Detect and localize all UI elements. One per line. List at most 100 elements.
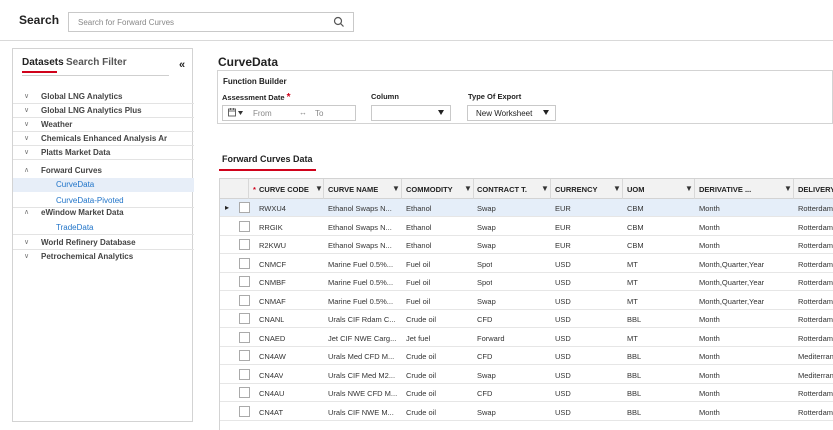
table-row[interactable]: CN4AW Urals Med CFD M... Crude oil CFD USD BB… xyxy=(220,347,833,365)
column-header-label: CURRENCY xyxy=(555,185,598,194)
chevron-down-icon[interactable] xyxy=(438,110,444,115)
calendar-dropdown-icon[interactable] xyxy=(228,108,244,120)
row-checkbox[interactable] xyxy=(239,220,250,232)
chevron-up-icon[interactable]: ∧ xyxy=(24,167,32,175)
table-row[interactable]: CNMAF Marine Fuel 0.5%... Fuel oil Swap USD M… xyxy=(220,292,833,310)
table-cell: Crude oil xyxy=(406,370,437,380)
row-pointer-icon: ▸ xyxy=(225,203,230,212)
table-cell: CN4AT xyxy=(259,407,284,417)
column-select[interactable] xyxy=(371,105,451,121)
column-header-label: CONTRACT T... xyxy=(477,185,527,194)
row-checkbox[interactable] xyxy=(239,405,250,417)
column-header[interactable]: * CURVE CODE ▼ xyxy=(249,179,324,199)
column-header[interactable]: CONTRACT T... ▼ xyxy=(474,179,551,199)
date-to-input[interactable]: To xyxy=(315,109,323,118)
row-checkbox[interactable] xyxy=(239,239,250,250)
tab-forward-curves-data[interactable]: Forward Curves Data xyxy=(222,154,313,164)
table-row[interactable]: ▸ RWXU4 Ethanol Swaps N... Ethanol Swap EUR CB… xyxy=(220,199,833,217)
filter-icon[interactable]: ▼ xyxy=(315,184,323,193)
table-row[interactable]: CNAED Jet CIF NWE Carg... Jet fuel Forward U… xyxy=(220,329,833,347)
table-cell: Month xyxy=(699,222,720,232)
table-cell: MT xyxy=(627,296,638,306)
column-header[interactable]: UOM ▼ xyxy=(623,179,695,199)
row-checkbox[interactable] xyxy=(239,331,250,343)
table-cell: RRGIK xyxy=(259,222,283,232)
tab-datasets[interactable]: Datasets xyxy=(22,57,64,73)
chevron-down-icon[interactable] xyxy=(543,110,549,115)
table-row[interactable]: RRGIK Ethanol Swaps N... Ethanol Swap EUR CBM… xyxy=(220,218,833,236)
filter-icon[interactable]: ▼ xyxy=(613,184,621,193)
column-header[interactable]: COMMODITY ▼ xyxy=(402,179,474,199)
filter-icon[interactable]: ▼ xyxy=(464,184,472,193)
row-checkbox[interactable] xyxy=(239,202,250,213)
table-row[interactable]: CN4AV Urals CIF Med M2... Crude oil Swap USD… xyxy=(220,366,833,384)
tree-group-item[interactable]: ∧ eWindow Market Data xyxy=(13,206,194,220)
table-row[interactable]: R2KWU Ethanol Swaps N... Ethanol Swap EUR CBM… xyxy=(220,236,833,254)
row-checkbox[interactable] xyxy=(239,387,250,398)
grid-corner-cell xyxy=(220,179,249,199)
table-cell: Urals CIF Med M2... xyxy=(328,370,396,380)
tree-group-item[interactable]: ∨ Global LNG Analytics Plus xyxy=(13,104,194,118)
row-checkbox[interactable] xyxy=(239,276,250,287)
assessment-date-range[interactable]: From ↔ To xyxy=(222,105,356,121)
tree-group-item[interactable]: ∨ Chemicals Enhanced Analysis Ar xyxy=(13,132,194,146)
chevron-down-icon[interactable]: ∨ xyxy=(24,239,32,247)
table-cell: BBL xyxy=(627,407,642,417)
function-builder-heading: Function Builder xyxy=(223,77,287,86)
chevron-down-icon[interactable]: ∨ xyxy=(24,121,32,129)
chevron-up-icon[interactable]: ∧ xyxy=(24,209,32,217)
row-checkbox[interactable] xyxy=(239,257,250,269)
tree-group-item[interactable]: ∨ Petrochemical Analytics xyxy=(13,250,194,264)
table-cell: Fuel oil xyxy=(406,259,431,269)
row-checkbox[interactable] xyxy=(239,368,250,380)
search-input[interactable] xyxy=(69,13,329,31)
chevron-down-icon[interactable]: ∨ xyxy=(24,253,32,261)
filter-icon[interactable]: ▼ xyxy=(392,184,400,193)
tree-group-item[interactable]: ∨ World Refinery Database xyxy=(13,236,194,250)
chevron-down-icon[interactable]: ∨ xyxy=(24,107,32,115)
chevron-down-icon[interactable]: ∨ xyxy=(24,149,32,157)
collapse-panel-icon[interactable]: « xyxy=(179,59,185,71)
export-type-select[interactable]: New Worksheet xyxy=(467,105,556,121)
search-icon[interactable] xyxy=(333,16,345,28)
table-cell: Forward xyxy=(477,333,505,343)
filter-icon[interactable]: ▼ xyxy=(784,184,792,193)
row-checkbox[interactable] xyxy=(239,313,250,324)
table-cell: Urals CIF NWE M... xyxy=(328,407,394,417)
row-checkbox[interactable] xyxy=(239,294,250,306)
table-row[interactable]: CN4AT Urals CIF NWE M... Crude oil Swap USD B… xyxy=(220,403,833,421)
tree-child-item[interactable]: TradeData xyxy=(13,221,194,235)
chevron-down-icon[interactable]: ∨ xyxy=(24,93,32,101)
table-cell: CN4AV xyxy=(259,370,284,380)
tree-child-item[interactable]: CurveData xyxy=(13,178,194,192)
tree-group-item[interactable]: ∨ Platts Market Data xyxy=(13,146,194,160)
tree-group-item[interactable]: ∨ Global LNG Analytics xyxy=(13,90,194,104)
tree-group-item[interactable]: ∧ Forward Curves xyxy=(13,164,194,178)
tree-group-label: World Refinery Database xyxy=(41,238,136,247)
tree-group-item[interactable]: ∨ Weather xyxy=(13,118,194,132)
table-row[interactable]: CNANL Urals CIF Rdam C... Crude oil CFD USD B… xyxy=(220,310,833,328)
column-header[interactable]: DERIVATIVE ... ▼ xyxy=(695,179,794,199)
row-checkbox[interactable] xyxy=(239,350,250,361)
table-row[interactable]: CNMBF Marine Fuel 0.5%... Fuel oil Spot USD M… xyxy=(220,273,833,291)
range-arrow-icon: ↔ xyxy=(299,108,307,117)
filter-icon[interactable]: ▼ xyxy=(541,184,549,193)
column-header[interactable]: CURRENCY ▼ xyxy=(551,179,623,199)
chevron-down-icon[interactable]: ∨ xyxy=(24,135,32,143)
table-cell: BBL xyxy=(627,389,642,398)
table-cell: Month xyxy=(699,204,720,213)
column-header[interactable]: DELIVERY R... xyxy=(794,179,833,199)
table-row[interactable]: CN4AU Urals NWE CFD M... Crude oil CFD USD BB… xyxy=(220,384,833,402)
table-cell: USD xyxy=(555,315,571,324)
search-box[interactable] xyxy=(68,12,354,32)
column-header-label: UOM xyxy=(627,185,645,194)
table-row[interactable]: CNMCF Marine Fuel 0.5%... Fuel oil Spot USD M… xyxy=(220,255,833,273)
tab-search-filter[interactable]: Search Filter xyxy=(66,57,127,68)
table-cell: Ethanol Swaps N... xyxy=(328,222,392,232)
filter-icon[interactable]: ▼ xyxy=(685,184,693,193)
column-header[interactable]: CURVE NAME ▼ xyxy=(324,179,402,199)
date-from-input[interactable]: From xyxy=(253,109,272,118)
table-cell: CFD xyxy=(477,389,493,398)
table-cell: Rotterdam xyxy=(798,296,833,306)
tree-child-label: CurveData-Pivoted xyxy=(56,196,124,205)
